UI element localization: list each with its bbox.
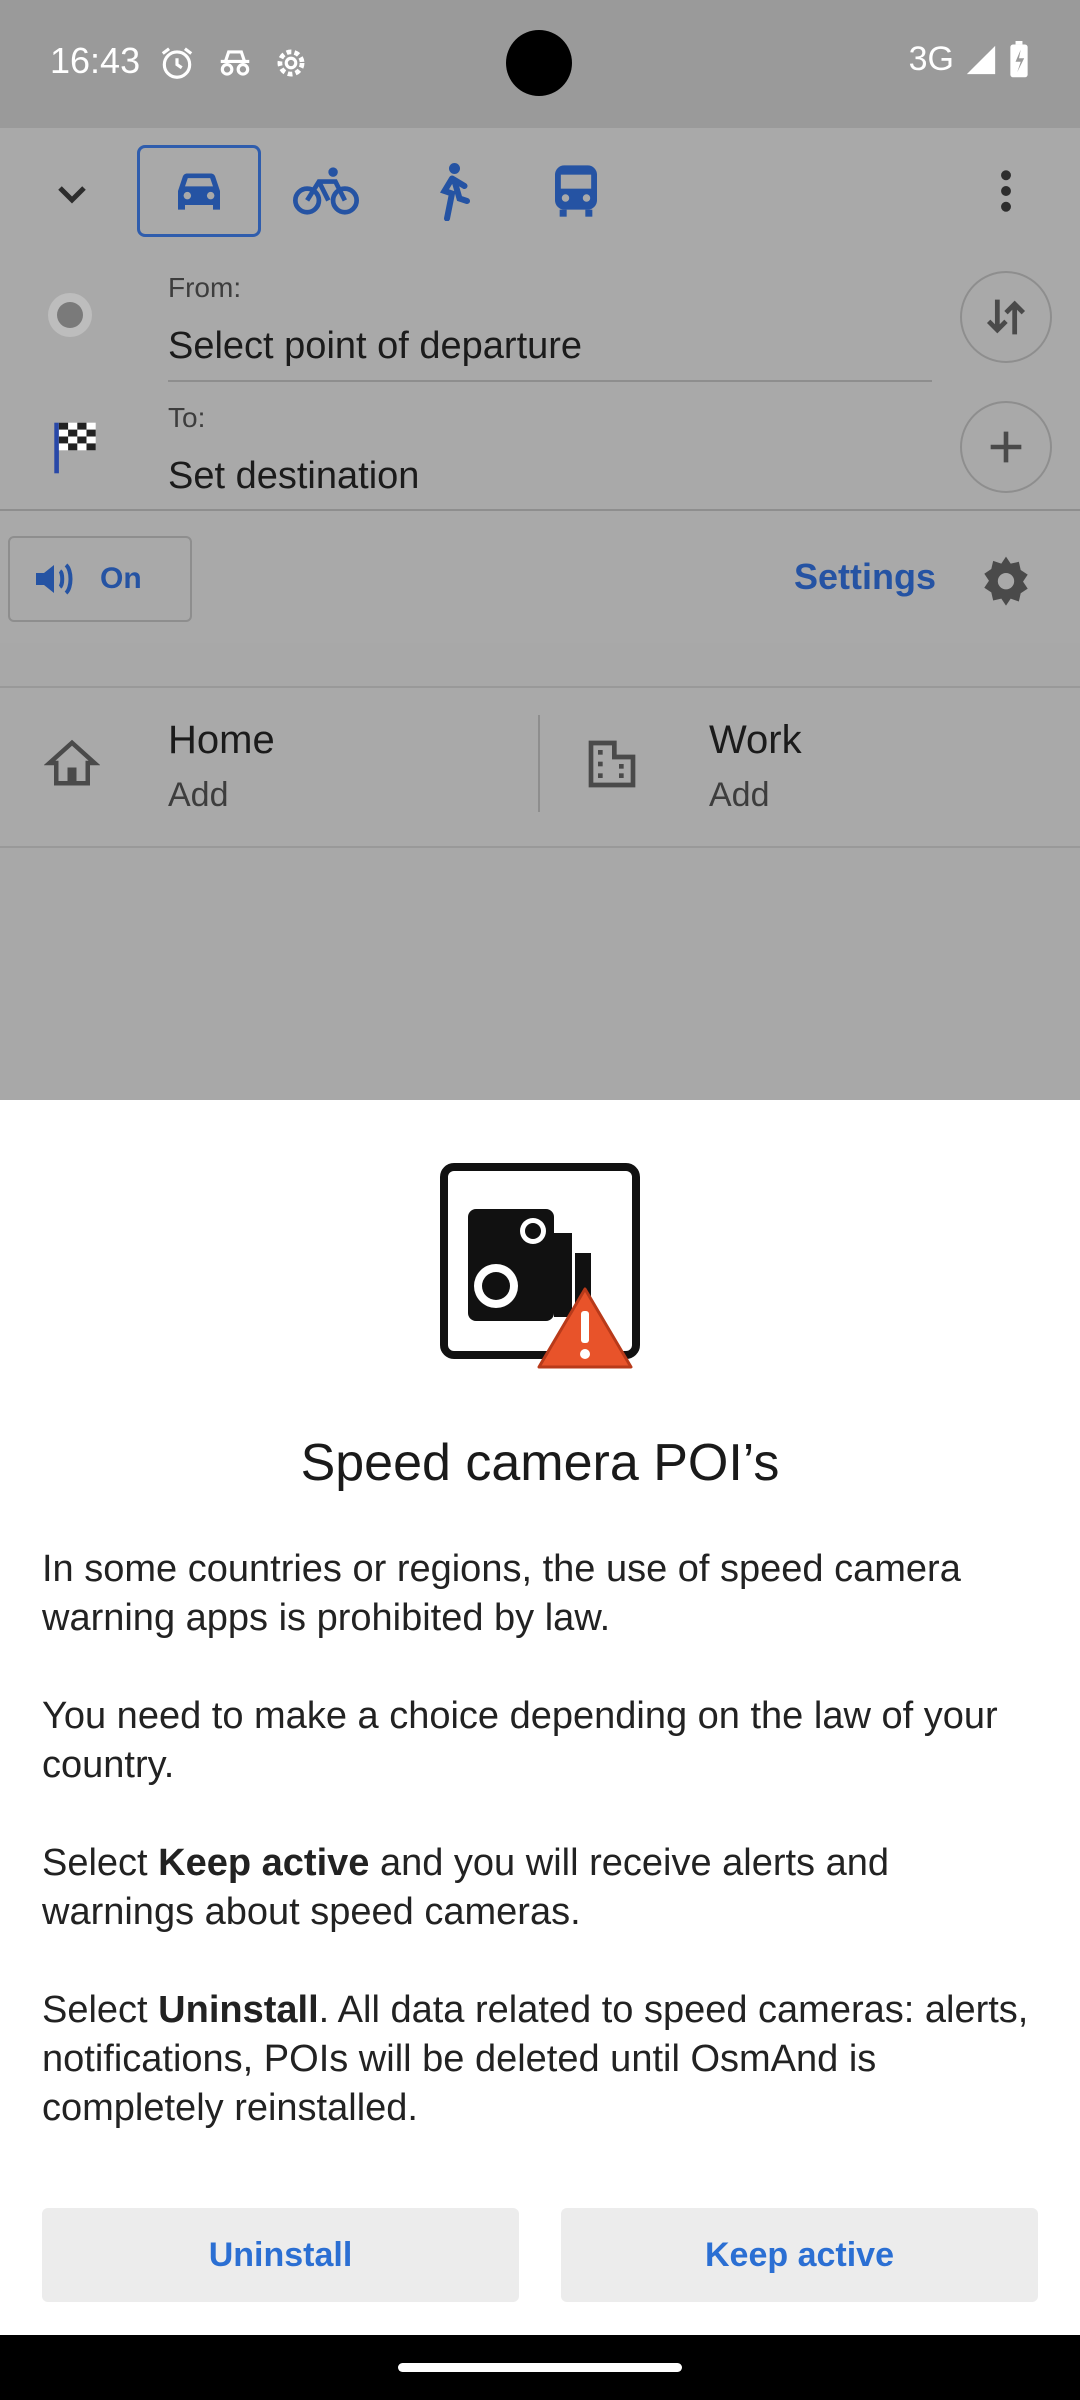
dialog-title: Speed camera POI’s bbox=[300, 1434, 780, 1492]
plus-icon bbox=[990, 431, 1022, 463]
home-icon bbox=[43, 736, 101, 795]
p3-prefix: Select bbox=[42, 1842, 159, 1884]
dialog-paragraph-3: Select Keep active and you will receive … bbox=[42, 1839, 1042, 1937]
collapse-chevron-icon[interactable] bbox=[48, 170, 96, 223]
volume-icon bbox=[36, 563, 73, 595]
p4-uninstall: Uninstall bbox=[158, 1989, 319, 2031]
bicycle-icon bbox=[293, 167, 359, 215]
from-divider bbox=[168, 380, 932, 382]
work-add[interactable]: Add bbox=[709, 776, 770, 815]
to-field[interactable]: Set destination bbox=[168, 455, 419, 498]
mode-bus-button[interactable] bbox=[514, 145, 638, 237]
home-add[interactable]: Add bbox=[168, 776, 229, 815]
add-intermediate-button[interactable] bbox=[960, 401, 1052, 493]
from-label: From: bbox=[168, 272, 242, 303]
status-time: 16:43 bbox=[50, 40, 141, 81]
from-field[interactable]: Select point of departure bbox=[168, 325, 582, 368]
swap-points-button[interactable] bbox=[960, 271, 1052, 363]
swap-icon bbox=[986, 299, 1026, 335]
uninstall-button[interactable]: Uninstall bbox=[42, 2208, 519, 2302]
start-point-icon bbox=[48, 293, 92, 337]
favorites-strip bbox=[0, 686, 1080, 848]
bus-icon bbox=[555, 165, 597, 217]
incognito-icon bbox=[215, 44, 255, 87]
places-divider bbox=[538, 715, 540, 812]
dialog-paragraph-4: Select Uninstall. All data related to sp… bbox=[42, 1986, 1042, 2133]
work-building-icon bbox=[584, 736, 640, 797]
network-type: 3G bbox=[908, 40, 954, 78]
mode-bicycle-button[interactable] bbox=[264, 145, 388, 237]
more-options-icon[interactable] bbox=[982, 164, 1030, 223]
p4-prefix: Select bbox=[42, 1989, 159, 2031]
gear-icon[interactable] bbox=[978, 552, 1034, 613]
sound-toggle-button[interactable]: On bbox=[8, 536, 192, 622]
settings-status-icon bbox=[272, 44, 310, 87]
p3-keep-active: Keep active bbox=[158, 1842, 370, 1884]
keep-active-button[interactable]: Keep active bbox=[561, 2208, 1038, 2302]
speed-camera-warning-icon bbox=[440, 1163, 650, 1378]
sound-state: On bbox=[100, 562, 142, 595]
alarm-icon bbox=[158, 44, 196, 87]
destination-flag-icon bbox=[52, 420, 98, 481]
route-divider bbox=[0, 509, 1080, 511]
home-title[interactable]: Home bbox=[168, 718, 275, 763]
settings-link[interactable]: Settings bbox=[794, 556, 936, 598]
signal-icon bbox=[966, 45, 996, 74]
to-label: To: bbox=[168, 402, 206, 433]
mode-car-button[interactable] bbox=[137, 145, 261, 237]
car-icon bbox=[178, 173, 220, 210]
work-title[interactable]: Work bbox=[709, 718, 802, 763]
status-right: 3G bbox=[909, 40, 1030, 79]
battery-icon bbox=[1010, 40, 1028, 77]
mode-walk-button[interactable] bbox=[390, 145, 514, 237]
dialog-paragraph-1: In some countries or regions, the use of… bbox=[42, 1548, 961, 1639]
dialog-paragraph-2: You need to make a choice depending on t… bbox=[42, 1695, 998, 1786]
home-gesture-handle[interactable] bbox=[398, 2363, 682, 2372]
camera-cutout bbox=[506, 30, 572, 96]
walk-icon bbox=[440, 163, 470, 221]
